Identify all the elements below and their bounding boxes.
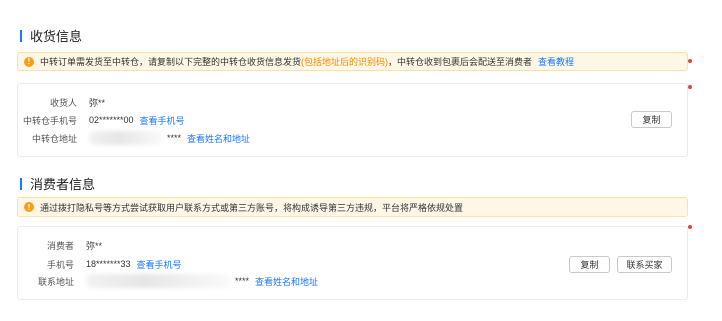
consumer-name-label: 消费者 (46, 240, 74, 251)
consumer-phone-value: 18*******33 (86, 259, 131, 269)
view-name-address-link[interactable]: 查看姓名和地址 (187, 132, 250, 145)
view-phone-link[interactable]: 查看手机号 (137, 258, 182, 271)
title-accent-bar (20, 29, 22, 42)
warning-icon: ! (24, 56, 34, 67)
shipping-notice-suffix: ，中转仓收到包裹后会配送至消费者 (388, 57, 533, 67)
consumer-section-title: 消费者信息 (20, 174, 95, 193)
transit-address-masked: **** (167, 133, 182, 143)
consumer-address-masked: **** (235, 276, 250, 286)
view-tutorial-link[interactable]: 查看教程 (538, 55, 574, 68)
consumer-title-text: 消费者信息 (30, 177, 96, 192)
shipping-section-title: 收货信息 (20, 26, 82, 45)
copy-consumer-button[interactable]: 复制 (569, 256, 610, 273)
shipping-notice-text: 中转订单需发货至中转仓，请复制以下完整的中转仓收货信息发货 (40, 57, 302, 67)
receiver-label: 收货人 (49, 97, 77, 108)
title-accent-bar (20, 177, 22, 190)
consumer-phone-label: 手机号 (46, 259, 74, 270)
warning-icon: ! (24, 202, 34, 212)
consumer-notice-text: 通过拨打隐私号等方式尝试获取用户联系方式或第三方账号，将构成诱导第三方违规，平台… (40, 202, 464, 213)
marker-dot (688, 85, 692, 89)
view-phone-link[interactable]: 查看手机号 (140, 114, 185, 127)
receiver-row: 收货人 弥** (20, 95, 105, 109)
marker-dot (688, 59, 692, 63)
transit-address-row: 中转仓地址 **** 查看姓名和地址 (20, 131, 250, 145)
shipping-notice-highlight: (包括地址后的识别码) (301, 57, 389, 67)
transit-phone-row: 中转仓手机号 02*******00 查看手机号 (20, 113, 185, 127)
transit-phone-value: 02*******00 (89, 115, 134, 125)
copy-shipping-button[interactable]: 复制 (631, 111, 672, 128)
consumer-phone-row: 手机号 18*******33 查看手机号 (20, 257, 182, 271)
contact-buyer-button[interactable]: 联系买家 (617, 256, 672, 273)
consumer-name-value: 弥** (86, 240, 103, 251)
view-name-address-link[interactable]: 查看姓名和地址 (255, 275, 318, 288)
blurred-address (89, 131, 163, 145)
shipping-title-text: 收货信息 (30, 29, 83, 44)
marker-dot (688, 225, 692, 229)
transit-address-label: 中转仓地址 (31, 133, 77, 144)
receiver-value: 弥** (89, 97, 106, 108)
consumer-notice: ! 通过拨打隐私号等方式尝试获取用户联系方式或第三方账号，将构成诱导第三方违规，… (17, 197, 688, 217)
consumer-name-row: 消费者 弥** (20, 238, 102, 252)
transit-phone-label: 中转仓手机号 (22, 115, 77, 126)
consumer-address-label: 联系地址 (37, 276, 74, 287)
blurred-address (86, 274, 231, 288)
consumer-address-row: 联系地址 **** 查看姓名和地址 (20, 274, 318, 288)
shipping-notice: ! 中转订单需发货至中转仓，请复制以下完整的中转仓收货信息发货 (包括地址后的识… (17, 52, 688, 71)
